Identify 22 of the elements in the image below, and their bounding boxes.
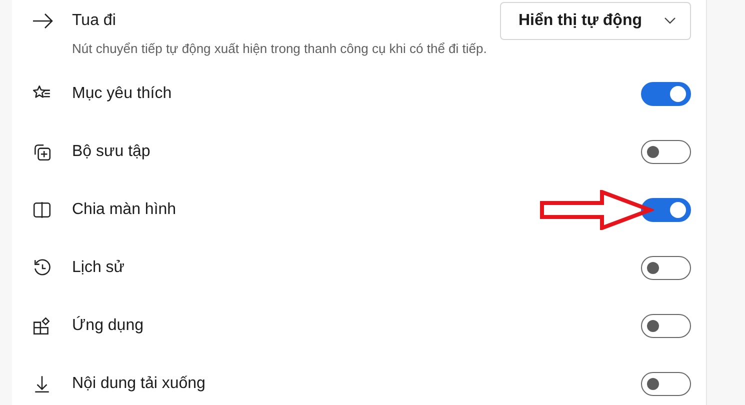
setting-label: Chia màn hình xyxy=(72,201,178,219)
collections-icon xyxy=(32,142,52,162)
setting-label: Ứng dụng xyxy=(72,317,144,335)
setting-title: Tua đi xyxy=(72,12,117,30)
toggle-switch[interactable] xyxy=(641,256,691,280)
setting-label: Nội dung tải xuống xyxy=(72,375,206,393)
setting-label: Bộ sưu tập xyxy=(72,143,152,161)
toggle-switch[interactable] xyxy=(641,140,691,164)
history-icon xyxy=(32,258,52,278)
toggle-switch[interactable] xyxy=(641,314,691,338)
setting-label: Lịch sử xyxy=(72,259,126,277)
display-dropdown[interactable]: Hiển thị tự động xyxy=(500,2,691,40)
setting-description: Nút chuyển tiếp tự động xuất hiện trong thanh công cụ khi có thể đi tiếp. xyxy=(72,41,488,56)
toggle-switch[interactable] xyxy=(641,82,691,106)
downloads-icon xyxy=(32,374,52,394)
arrow-right-icon xyxy=(32,13,54,29)
setting-label: Mục yêu thích xyxy=(72,85,173,103)
chevron-down-icon xyxy=(664,17,676,25)
split-icon xyxy=(32,200,52,220)
toggle-switch[interactable] xyxy=(641,372,691,396)
toggle-switch[interactable] xyxy=(641,198,691,222)
apps-icon xyxy=(32,316,52,336)
